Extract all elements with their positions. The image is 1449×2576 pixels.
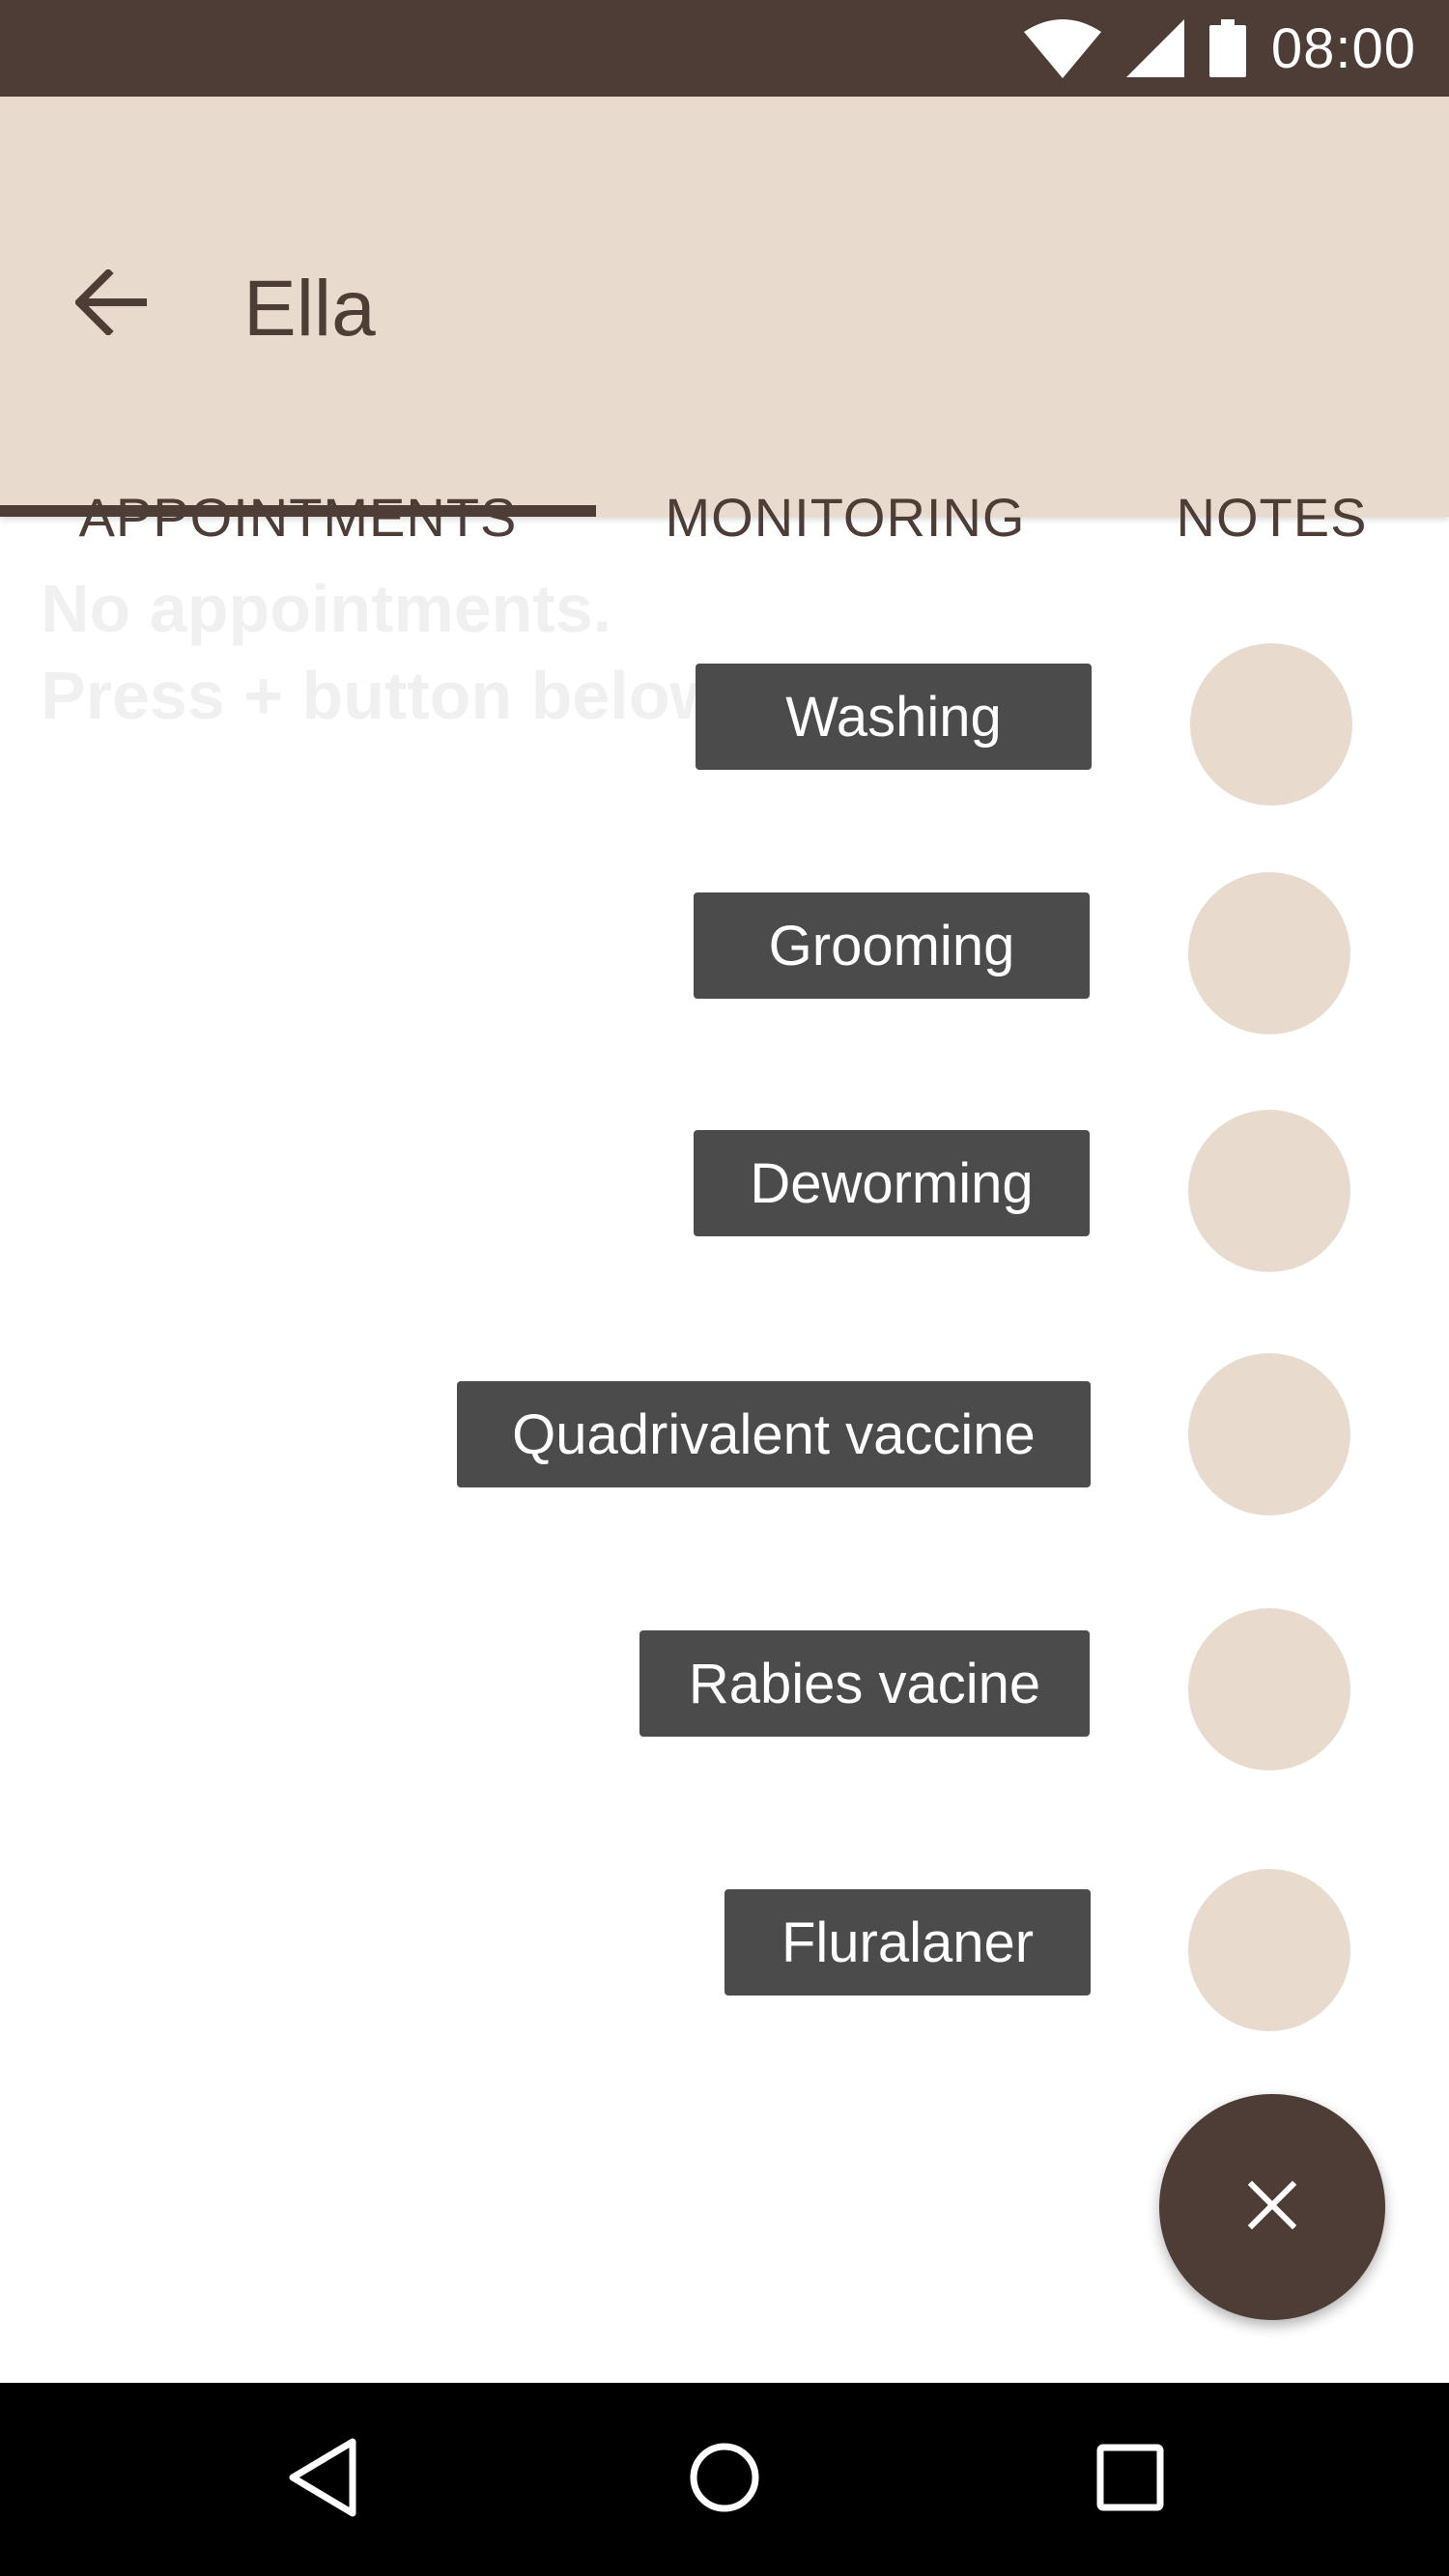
system-nav-bar <box>0 2383 1449 2576</box>
tab-notes[interactable]: NOTES <box>1094 420 1449 613</box>
battery-icon <box>1208 19 1246 77</box>
arrow-left-icon <box>73 267 149 340</box>
signal-icon <box>1125 19 1184 77</box>
nav-recents-button[interactable] <box>1034 2383 1227 2576</box>
speed-dial-label-washing[interactable]: Washing <box>696 664 1092 770</box>
nav-home-button[interactable] <box>628 2383 821 2576</box>
empty-state-line-1: No appointments. <box>41 571 612 646</box>
speed-dial-button-quadrivalent-vaccine[interactable] <box>1188 1353 1350 1515</box>
tab-selected-indicator <box>0 505 596 517</box>
status-icons: 08:00 <box>1023 0 1416 97</box>
app-bar: Ella APPOINTMENTS MONITORING NOTES <box>0 97 1449 548</box>
speed-dial-button-deworming[interactable] <box>1188 1110 1350 1272</box>
speed-dial-label-grooming[interactable]: Grooming <box>694 892 1090 999</box>
close-icon <box>1247 2180 1297 2234</box>
speed-dial-button-rabies-vacine[interactable] <box>1188 1608 1350 1770</box>
back-triangle-icon <box>285 2436 358 2524</box>
wifi-icon <box>1023 18 1101 78</box>
home-circle-icon <box>689 2442 760 2518</box>
empty-state-message: No appointments. Press + button below <box>41 565 723 739</box>
speed-dial-label-quadrivalent-vaccine[interactable]: Quadrivalent vaccine <box>457 1381 1091 1487</box>
status-time: 08:00 <box>1270 16 1416 80</box>
status-bar: 08:00 <box>0 0 1449 97</box>
speed-dial-button-grooming[interactable] <box>1188 872 1350 1034</box>
empty-state-line-2: Press + button below <box>41 658 723 733</box>
speed-dial-button-washing[interactable] <box>1190 643 1352 806</box>
speed-dial-label-rabies-vacine[interactable]: Rabies vacine <box>639 1630 1090 1737</box>
back-button[interactable] <box>58 251 164 357</box>
fab-close-button[interactable] <box>1159 2094 1385 2320</box>
speed-dial-label-fluralaner[interactable]: Fluralaner <box>724 1889 1091 1996</box>
speed-dial-button-fluralaner[interactable] <box>1188 1869 1350 2031</box>
speed-dial-label-deworming[interactable]: Deworming <box>694 1130 1090 1236</box>
recents-square-icon <box>1095 2443 1165 2517</box>
page-title: Ella <box>243 265 376 353</box>
nav-back-button[interactable] <box>225 2383 418 2576</box>
